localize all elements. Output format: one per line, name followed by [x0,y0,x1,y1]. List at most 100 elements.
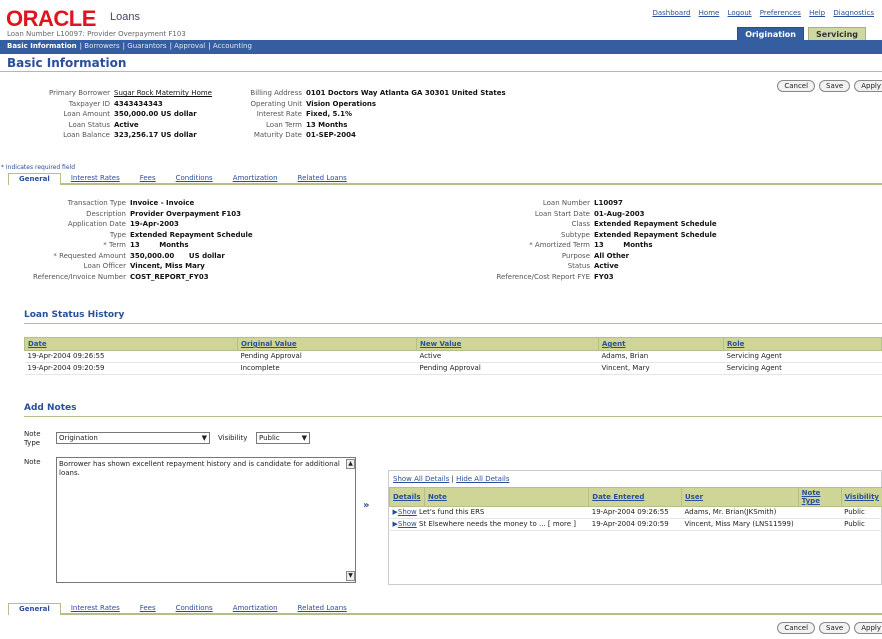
notes-history-panel: Show All Details | Hide All Details Deta… [388,470,882,585]
hide-all-details-link[interactable]: Hide All Details [456,475,509,483]
detail-label: Reference/Cost Report FYE [496,272,590,281]
title-divider [0,71,882,72]
table-row: ▶Show St Elsewhere needs the money to ..… [389,518,882,531]
table-cell: Servicing Agent [723,350,882,363]
nav-accounting[interactable]: Accounting [213,42,252,50]
detail-value: Extended Repayment Schedule [594,220,717,228]
column-header-original-value[interactable]: Original Value [237,337,417,351]
table-row: 19-Apr-2004 09:20:59 Incomplete Pending … [24,362,882,375]
table-cell: Adams, Mr. Brian(JKSmith) [681,506,799,519]
summary-value: 4343434343 [114,99,163,108]
column-header-role[interactable]: Role [723,337,882,351]
show-details-link[interactable]: Show [398,520,417,528]
table-cell [798,518,842,531]
primary-borrower-link[interactable]: Sugar Rock Maternity Home [114,89,212,97]
top-button-bar: Cancel Save Apply [777,80,882,92]
column-header-new-value[interactable]: New Value [416,337,599,351]
detail-value: Active [594,262,619,270]
scroll-up-icon[interactable]: ▲ [346,459,355,469]
table-cell: 19-Apr-2004 09:20:59 [588,518,682,531]
subtab-related-loans[interactable]: Related Loans [287,603,357,615]
subtab-interest-rates[interactable]: Interest Rates [60,603,130,615]
table-cell: Vincent, Miss Mary (LNS11599) [681,518,799,531]
detail-subtabs: General Interest Rates Fees Conditions A… [8,173,882,185]
subtab-fees[interactable]: Fees [129,603,166,615]
nav-borrowers[interactable]: Borrowers [84,42,119,50]
note-type-value: Origination [59,434,98,442]
global-link-diagnostics[interactable]: Diagnostics [833,9,874,17]
save-button[interactable]: Save [819,80,851,92]
apply-button[interactable]: Apply [854,622,882,634]
column-header-agent[interactable]: Agent [598,337,724,351]
table-cell: Incomplete [237,362,417,375]
move-arrow-icon[interactable]: » [363,500,369,511]
column-header-visibility[interactable]: Visibility [840,487,882,507]
nav-basic-information[interactable]: Basic Information [7,42,77,50]
detail-value: Extended Repayment Schedule [594,230,717,239]
detail-value: Vincent, Miss Mary [130,262,205,270]
subtab-interest-rates[interactable]: Interest Rates [60,173,130,185]
global-link-preferences[interactable]: Preferences [760,9,801,17]
required-field-note: * Indicates required field [1,164,76,171]
apply-button[interactable]: Apply [854,80,882,92]
detail-label: Class [571,220,590,228]
notes-history-table: Details Note Date Entered User Note Type… [389,487,882,531]
summary-value: 0101 Doctors Way Atlanta GA 30301 United… [306,89,506,97]
summary-label: Taxpayer ID [68,99,110,108]
note-textarea[interactable]: Borrower has shown excellent repayment h… [56,457,356,583]
summary-label: Loan Balance [63,131,110,139]
table-cell: Public [841,506,882,519]
nav-guarantors[interactable]: Guarantors [127,42,166,50]
visibility-label: Visibility [218,434,248,442]
chevron-down-icon: ▼ [301,434,307,442]
show-all-details-link[interactable]: Show All Details [393,475,449,483]
subtab-conditions[interactable]: Conditions [165,173,223,185]
subtab-related-loans[interactable]: Related Loans [287,173,357,185]
show-details-link[interactable]: Show [398,508,417,516]
global-link-home[interactable]: Home [699,9,720,17]
table-cell: 19-Apr-2004 09:26:55 [24,350,238,363]
nav-approval[interactable]: Approval [174,42,205,50]
status-history-table: Date Original Value New Value Agent Role… [24,337,882,375]
subtab-amortization[interactable]: Amortization [222,173,288,185]
subtab-filler [356,603,882,615]
detail-label: * Term [103,241,126,249]
note-type-select[interactable]: Origination ▼ [56,432,210,444]
column-header-details[interactable]: Details [389,487,425,507]
global-link-help[interactable]: Help [809,9,825,17]
amortized-term-value: 13 Months [594,241,653,249]
detail-value: Extended Repayment Schedule [130,230,253,239]
cancel-button[interactable]: Cancel [777,622,816,634]
table-row: 19-Apr-2004 09:26:55 Pending Approval Ac… [24,350,882,363]
scroll-down-icon[interactable]: ▼ [346,571,355,581]
column-header-date[interactable]: Date [24,337,238,351]
column-header-date-entered[interactable]: Date Entered [588,487,682,507]
detail-label: * Requested Amount [53,251,126,260]
summary-value: 01-SEP-2004 [306,131,356,139]
global-link-logout[interactable]: Logout [728,9,752,17]
sub-navigation-bar: Basic Information | Borrowers | Guarantors… [0,40,882,54]
subtab-general[interactable]: General [8,173,61,185]
details-right: Loan Number L10097 Loan Start Date 01-Aug-… [470,198,717,282]
column-header-note-type[interactable]: Note Type [797,487,842,507]
subtab-general[interactable]: General [8,603,61,615]
global-link-dashboard[interactable]: Dashboard [652,9,690,17]
visibility-select[interactable]: Public ▼ [256,432,310,444]
column-header-note[interactable]: Note [423,487,590,507]
app-name: Loans [110,11,140,23]
table-cell: Public [841,518,882,531]
note-type-label: Note Type [24,430,41,447]
chevron-down-icon: ▼ [201,434,207,442]
page-subheading: Loan Number L10097: Provider Overpayment… [7,30,186,38]
detail-label: Subtype [561,230,590,239]
detail-value: 19-Apr-2003 [130,220,179,228]
subtab-amortization[interactable]: Amortization [222,603,288,615]
table-cell: ▶Show Let's fund this ERS [389,506,589,519]
subtab-conditions[interactable]: Conditions [165,603,223,615]
column-header-user[interactable]: User [680,487,799,507]
details-toggle-bar: Show All Details | Hide All Details [393,475,509,483]
cancel-button[interactable]: Cancel [777,80,816,92]
save-button[interactable]: Save [819,622,851,634]
detail-label: * Amortized Term [529,241,590,249]
subtab-fees[interactable]: Fees [129,173,166,185]
